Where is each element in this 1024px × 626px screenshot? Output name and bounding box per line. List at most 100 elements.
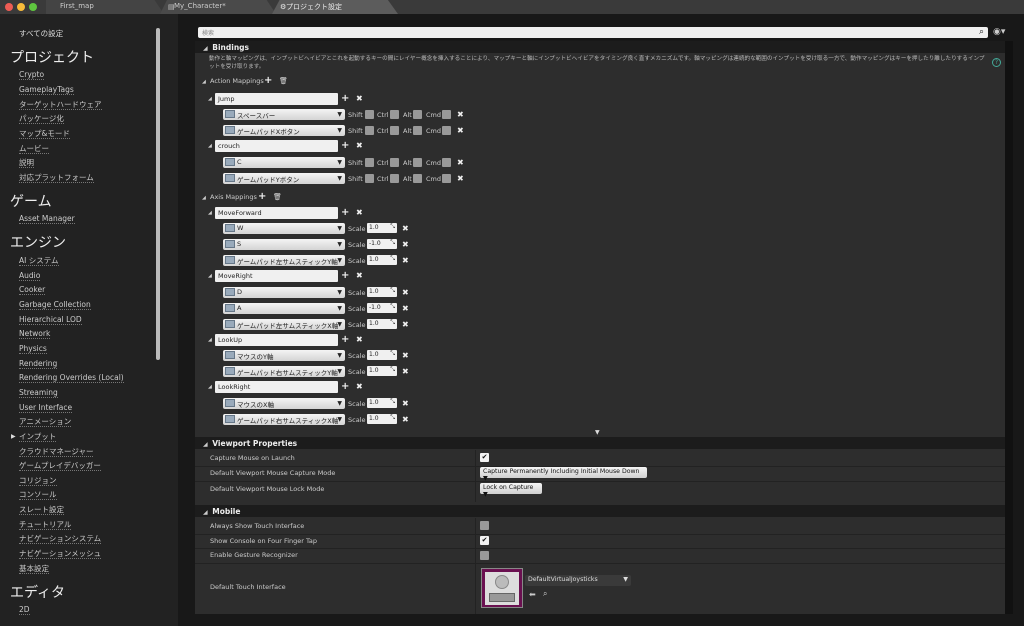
shift-checkbox[interactable] bbox=[365, 158, 374, 167]
scale-input[interactable]: 1.0 ⤡ bbox=[367, 366, 397, 376]
lock-mode-select[interactable]: Lock on Capture ▼ bbox=[480, 483, 542, 498]
scale-input[interactable]: 1.0 ⤡ bbox=[367, 398, 397, 408]
remove-icon[interactable]: ✖ bbox=[402, 352, 409, 360]
capture-mouse-checkbox[interactable]: ✔ bbox=[480, 453, 489, 462]
collapse-icon[interactable]: ◢ bbox=[208, 384, 212, 390]
sidebar-item[interactable]: Audio bbox=[19, 271, 41, 281]
add-key-icon[interactable]: + bbox=[341, 335, 349, 345]
scale-input[interactable]: 1.0 ⤡ bbox=[367, 350, 397, 360]
expand-chevron-icon[interactable]: ▼ bbox=[595, 429, 600, 436]
sidebar-item[interactable]: 説明 bbox=[19, 158, 34, 168]
remove-icon[interactable]: ✖ bbox=[457, 175, 464, 183]
key-select[interactable]: ゲームパッド左サムスティックY軸 ▼ bbox=[223, 255, 345, 266]
collapse-icon[interactable]: ◢ bbox=[208, 96, 212, 102]
remove-icon[interactable]: ✖ bbox=[402, 225, 409, 233]
remove-icon[interactable]: ✖ bbox=[402, 321, 409, 329]
sidebar-item[interactable]: Network bbox=[19, 329, 51, 339]
key-select[interactable]: ゲームパッド右サムスティックX軸 ▼ bbox=[223, 414, 345, 425]
ctrl-checkbox[interactable] bbox=[390, 110, 399, 119]
trash-icon[interactable]: 🗑 bbox=[273, 193, 282, 201]
section-header-viewport[interactable]: ◢ Viewport Properties bbox=[195, 437, 1005, 449]
axis-name-field[interactable]: LookUp bbox=[215, 334, 338, 346]
add-key-icon[interactable]: + bbox=[341, 382, 349, 392]
sidebar-item[interactable]: マップ&モード bbox=[19, 129, 70, 139]
scale-input[interactable]: -1.0 ⤡ bbox=[367, 239, 397, 249]
axis-name-field[interactable]: LookRight bbox=[215, 381, 338, 393]
search-icon[interactable]: ⌕ bbox=[979, 27, 984, 37]
sidebar-item[interactable]: 2D bbox=[19, 605, 30, 615]
add-key-icon[interactable]: + bbox=[341, 208, 349, 218]
remove-icon[interactable]: ✖ bbox=[402, 241, 409, 249]
scale-input[interactable]: 1.0 ⤡ bbox=[367, 255, 397, 265]
scale-input[interactable]: 1.0 ⤡ bbox=[367, 287, 397, 297]
scale-input[interactable]: -1.0 ⤡ bbox=[367, 303, 397, 313]
tab-project-settings[interactable]: ⚙ プロジェクト設定 bbox=[272, 0, 398, 14]
axis-name-field[interactable]: MoveRight bbox=[215, 270, 338, 282]
sidebar-item[interactable]: アニメーション bbox=[19, 417, 72, 427]
collapse-icon[interactable]: ◢ bbox=[208, 273, 212, 279]
alt-checkbox[interactable] bbox=[413, 174, 422, 183]
tab-my-character[interactable]: ▤ My_Character* bbox=[160, 0, 276, 14]
sidebar-item[interactable]: Physics bbox=[19, 344, 47, 354]
sidebar-item[interactable]: Rendering Overrides (Local) bbox=[19, 373, 124, 383]
sidebar-item[interactable]: Cooker bbox=[19, 285, 46, 295]
key-select[interactable]: マウスのX軸 ▼ bbox=[223, 398, 345, 409]
key-select[interactable]: S ▼ bbox=[223, 239, 345, 250]
alt-checkbox[interactable] bbox=[413, 158, 422, 167]
eye-icon[interactable]: ◉▾ bbox=[993, 27, 1005, 37]
cmd-checkbox[interactable] bbox=[442, 174, 451, 183]
remove-icon[interactable]: ✖ bbox=[356, 142, 363, 150]
ctrl-checkbox[interactable] bbox=[390, 174, 399, 183]
gesture-checkbox[interactable] bbox=[480, 551, 489, 560]
ctrl-checkbox[interactable] bbox=[390, 158, 399, 167]
sidebar-item[interactable]: クラウドマネージャー bbox=[19, 447, 94, 457]
sidebar-item[interactable]: Rendering bbox=[19, 359, 58, 369]
maximize-window-button[interactable] bbox=[29, 3, 37, 11]
add-key-icon[interactable]: + bbox=[341, 141, 349, 151]
key-select[interactable]: マウスのY軸 ▼ bbox=[223, 350, 345, 361]
remove-icon[interactable]: ✖ bbox=[457, 111, 464, 119]
sidebar-scrollbar[interactable] bbox=[156, 28, 160, 360]
key-select[interactable]: ゲームパッド左サムスティックX軸 ▼ bbox=[223, 319, 345, 330]
panel-scrollbar[interactable] bbox=[1005, 41, 1013, 614]
cmd-checkbox[interactable] bbox=[442, 110, 451, 119]
shift-checkbox[interactable] bbox=[365, 110, 374, 119]
touch-interface-thumbnail[interactable] bbox=[481, 568, 523, 608]
scale-input[interactable]: 1.0 ⤡ bbox=[367, 223, 397, 233]
sidebar-item[interactable]: User Interface bbox=[19, 403, 73, 413]
sidebar-item-input[interactable]: インプット bbox=[19, 432, 57, 442]
remove-icon[interactable]: ✖ bbox=[356, 336, 363, 344]
collapse-icon[interactable]: ◢ bbox=[208, 143, 212, 149]
add-axis-icon[interactable]: + bbox=[258, 192, 266, 202]
remove-icon[interactable]: ✖ bbox=[356, 95, 363, 103]
key-select[interactable]: W ▼ bbox=[223, 223, 345, 234]
remove-icon[interactable]: ✖ bbox=[356, 209, 363, 217]
add-key-icon[interactable]: + bbox=[341, 94, 349, 104]
use-selected-icon[interactable]: ⬅ bbox=[529, 590, 536, 599]
search-input[interactable]: 検索 bbox=[198, 27, 988, 38]
collapse-icon[interactable]: ◢ bbox=[208, 210, 212, 216]
sidebar-item[interactable]: Asset Manager bbox=[19, 214, 75, 224]
sidebar-item[interactable]: チュートリアル bbox=[19, 520, 72, 530]
sidebar-item[interactable]: ナビゲーションメッシュ bbox=[19, 549, 102, 559]
sidebar-item[interactable]: コンソール bbox=[19, 490, 57, 500]
sidebar-item[interactable]: コリジョン bbox=[19, 476, 57, 486]
sidebar-item[interactable]: ムービー bbox=[19, 144, 49, 154]
sidebar-item[interactable]: Garbage Collection bbox=[19, 300, 91, 310]
key-select[interactable]: ゲームパッドXボタン ▼ bbox=[223, 125, 345, 136]
remove-icon[interactable]: ✖ bbox=[457, 127, 464, 135]
section-header-bindings[interactable]: ◢ Bindings bbox=[195, 41, 1005, 53]
show-console-checkbox[interactable]: ✔ bbox=[480, 536, 489, 545]
sidebar-item[interactable]: Crypto bbox=[19, 70, 45, 80]
capture-mode-select[interactable]: Capture Permanently Including Initial Mo… bbox=[480, 467, 647, 482]
remove-icon[interactable]: ✖ bbox=[402, 305, 409, 313]
action-name-field[interactable]: Jump bbox=[215, 93, 338, 105]
remove-icon[interactable]: ✖ bbox=[457, 159, 464, 167]
shift-checkbox[interactable] bbox=[365, 126, 374, 135]
cmd-checkbox[interactable] bbox=[442, 158, 451, 167]
key-select[interactable]: スペースバー ▼ bbox=[223, 109, 345, 120]
key-select[interactable]: ゲームパッドYボタン ▼ bbox=[223, 173, 345, 184]
add-key-icon[interactable]: + bbox=[341, 271, 349, 281]
shift-checkbox[interactable] bbox=[365, 174, 374, 183]
collapse-icon[interactable]: ◢ bbox=[208, 337, 212, 343]
